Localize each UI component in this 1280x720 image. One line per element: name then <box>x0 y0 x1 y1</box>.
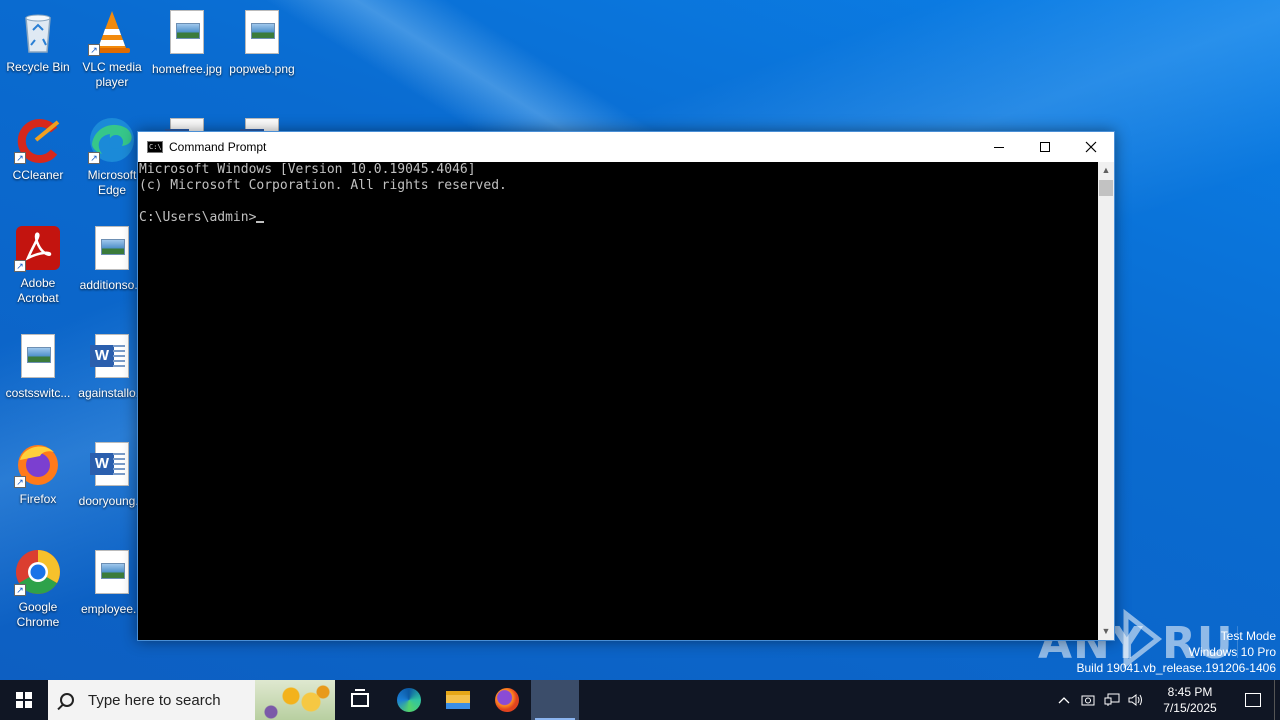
desktop-icon-label: Google Chrome <box>16 600 60 629</box>
tray-network-button[interactable] <box>1100 680 1124 720</box>
chevron-up-icon <box>1058 697 1070 704</box>
notification-icon <box>1245 693 1261 707</box>
shortcut-arrow-icon: ↗ <box>14 584 26 596</box>
tray-volume-button[interactable] <box>1124 680 1148 720</box>
shortcut-arrow-icon: ↗ <box>14 476 26 488</box>
image-file-icon <box>163 10 211 58</box>
edge-icon: ↗ <box>88 116 136 164</box>
desktop-icon-label: costsswitc... <box>5 386 71 400</box>
adobe-acrobat-icon: ↗ <box>14 224 62 272</box>
chrome-icon: ↗ <box>14 548 62 596</box>
taskbar-clock[interactable]: 8:45 PM 7/15/2025 <box>1154 684 1226 716</box>
watermark-edition: Windows 10 Pro <box>1188 645 1276 659</box>
search-input[interactable] <box>88 691 248 709</box>
desktop-icon-costsswitc[interactable]: costsswitc... <box>0 332 76 401</box>
show-hidden-icons-button[interactable] <box>1052 680 1076 720</box>
shortcut-arrow-icon: ↗ <box>14 260 26 272</box>
recycle-bin-icon <box>14 8 62 56</box>
clock-time: 8:45 PM <box>1167 685 1213 699</box>
text-cursor <box>256 221 265 223</box>
shortcut-arrow-icon: ↗ <box>88 44 100 56</box>
desktop-icon-popweb[interactable]: popweb.png <box>224 8 300 77</box>
minimize-button[interactable] <box>976 132 1022 162</box>
taskbar-firefox-button[interactable] <box>482 680 531 720</box>
watermark-test-mode: Test Mode <box>1220 629 1276 643</box>
search-icon <box>60 693 74 707</box>
image-file-icon <box>88 550 136 598</box>
desktop-icon-ccleaner[interactable]: ↗ CCleaner <box>0 116 76 183</box>
desktop-icon-label: CCleaner <box>12 168 64 182</box>
maximize-icon <box>1040 142 1050 152</box>
window-titlebar[interactable]: C:\ Command Prompt <box>138 132 1114 162</box>
close-icon <box>1085 141 1097 153</box>
desktop-icon-homefree[interactable]: homefree.jpg <box>149 8 225 77</box>
taskbar-search-box[interactable] <box>48 680 335 720</box>
taskbar-file-explorer-button[interactable] <box>433 680 482 720</box>
console-prompt-line: C:\Users\admin> <box>139 210 1098 226</box>
vertical-scrollbar[interactable]: ▲ ▼ <box>1098 162 1114 640</box>
camera-icon <box>1081 695 1095 706</box>
edge-icon <box>396 688 421 712</box>
desktop-icon-label: homefree.jpg <box>151 62 223 76</box>
desktop-icon-firefox[interactable]: ↗ Firefox <box>0 440 76 507</box>
firefox-icon <box>494 688 519 712</box>
desktop-icon-vlc[interactable]: ↗ VLC media player <box>74 8 150 90</box>
clock-date: 7/15/2025 <box>1163 701 1217 715</box>
word-document-icon: W <box>88 442 136 490</box>
taskbar: 8:45 PM 7/15/2025 <box>0 680 1280 720</box>
task-view-icon <box>350 689 369 707</box>
image-file-icon <box>88 226 136 274</box>
scrollbar-thumb[interactable] <box>1099 180 1113 196</box>
console-prompt: C:\Users\admin> <box>139 210 257 225</box>
image-file-icon <box>238 10 286 58</box>
system-tray: 8:45 PM 7/15/2025 <box>1052 680 1280 720</box>
desktop-icon-label: popweb.png <box>229 62 295 76</box>
tray-camera-button[interactable] <box>1076 680 1100 720</box>
firefox-icon: ↗ <box>14 440 62 488</box>
folder-icon <box>445 691 470 709</box>
minimize-icon <box>994 146 1004 148</box>
start-button[interactable] <box>0 680 48 720</box>
console-line: Microsoft Windows [Version 10.0.19045.40… <box>139 162 476 177</box>
shortcut-arrow-icon: ↗ <box>88 152 100 164</box>
speaker-icon <box>1128 694 1142 706</box>
desktop-icon-label: Recycle Bin <box>6 60 70 74</box>
task-view-button[interactable] <box>335 680 384 720</box>
close-button[interactable] <box>1068 132 1114 162</box>
action-center-button[interactable] <box>1232 680 1274 720</box>
desktop-icon-label: Adobe Acrobat <box>17 276 59 305</box>
windows-watermark: Test Mode Windows 10 Pro Build 19041.vb_… <box>1077 628 1277 676</box>
console-line: (c) Microsoft Corporation. All rights re… <box>139 178 507 193</box>
vlc-cone-icon: ↗ <box>88 8 136 56</box>
desktop-icon-label: Firefox <box>19 492 57 506</box>
scroll-up-arrow-icon[interactable]: ▲ <box>1098 162 1114 179</box>
image-file-icon <box>14 334 62 382</box>
desktop-icon-label: VLC media player <box>82 60 142 89</box>
watermark-build: Build 19041.vb_release.191206-1406 <box>1076 661 1277 675</box>
ccleaner-icon: ↗ <box>14 116 62 164</box>
show-desktop-button[interactable] <box>1274 680 1280 720</box>
desktop-icon-google-chrome[interactable]: ↗ Google Chrome <box>0 548 76 630</box>
desktop-icon-adobe-acrobat[interactable]: ↗ Adobe Acrobat <box>0 224 76 306</box>
desktop-icon-recycle-bin[interactable]: Recycle Bin <box>0 8 76 75</box>
windows-logo-icon <box>16 692 32 708</box>
maximize-button[interactable] <box>1022 132 1068 162</box>
taskbar-edge-button[interactable] <box>384 680 433 720</box>
command-prompt-window[interactable]: C:\ Command Prompt Microsoft Windows [Ve… <box>137 131 1115 641</box>
network-icon <box>1104 693 1120 706</box>
word-document-icon: W <box>88 334 136 382</box>
taskbar-command-prompt-button[interactable] <box>531 680 579 720</box>
shortcut-arrow-icon: ↗ <box>14 152 26 164</box>
console-output[interactable]: Microsoft Windows [Version 10.0.19045.40… <box>138 162 1098 640</box>
cmd-app-icon: C:\ <box>147 141 163 153</box>
window-title: Command Prompt <box>169 140 267 154</box>
search-highlight-image <box>255 680 335 720</box>
